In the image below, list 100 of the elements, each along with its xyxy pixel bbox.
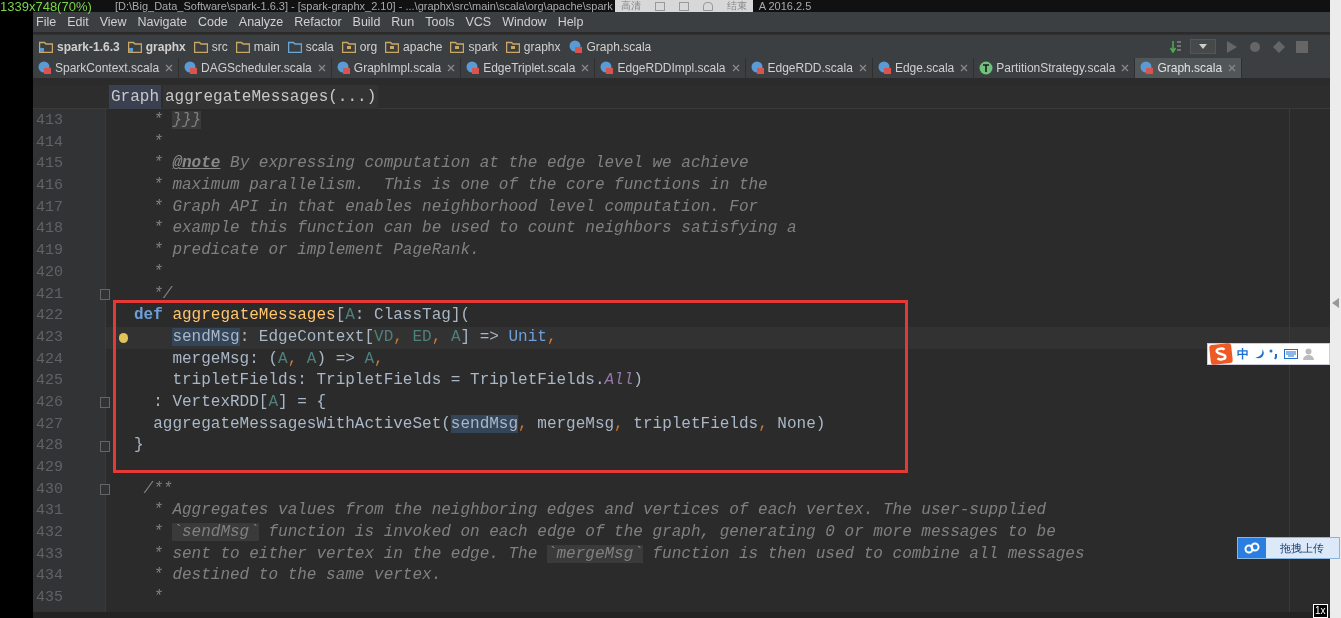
code-token: , (287, 349, 298, 368)
nav-crumb[interactable]: graphx (505, 37, 561, 56)
scala-class-icon (877, 61, 892, 75)
close-icon[interactable] (581, 64, 590, 72)
breadcrumb-method[interactable]: aggregateMessages(...) (163, 84, 379, 109)
folder-icon (193, 40, 208, 53)
nav-crumb[interactable]: main (235, 37, 280, 56)
menu-item[interactable]: Code (197, 12, 228, 32)
nav-crumb[interactable]: graphx (127, 37, 186, 56)
package-folder-icon (385, 40, 400, 53)
run-icon[interactable] (1226, 39, 1238, 54)
collapse-arrow-icon[interactable] (1332, 298, 1339, 308)
code-token: ED (411, 327, 432, 346)
code-comment: `sendMsg` (172, 523, 259, 542)
menu-item[interactable]: Refactor (294, 12, 342, 32)
menu-item[interactable]: Navigate (137, 12, 187, 32)
menu-item[interactable]: Window (502, 12, 547, 32)
sort-icon[interactable] (1170, 39, 1182, 54)
code-token: ] = { (278, 392, 327, 411)
package-folder-icon (341, 40, 356, 53)
code-comment: * (152, 588, 163, 607)
nav-crumb[interactable]: spark-1.6.3 (39, 37, 120, 56)
code-comment: * maximum parallelism. This is one of the core functions in the (152, 176, 768, 195)
close-icon[interactable] (447, 64, 456, 72)
nav-crumb[interactable]: scala (287, 37, 334, 56)
package-folder-icon (505, 40, 520, 53)
menu-item[interactable]: VCS (465, 12, 492, 32)
close-icon[interactable] (960, 64, 969, 72)
coverage-icon[interactable] (1272, 39, 1286, 54)
code-token: , (614, 414, 624, 433)
code-token: : VertexRDD[ (152, 392, 269, 411)
code-token: def (134, 306, 163, 325)
run-config-dropdown[interactable] (1190, 39, 1216, 54)
menu-item[interactable]: Analyze (238, 12, 284, 32)
code-comment: * Graph API in that enables neighborhood level computation. For (152, 197, 759, 216)
code-token: All (604, 371, 634, 390)
punctuation-icon[interactable] (1269, 348, 1279, 360)
code-token: , (758, 414, 768, 433)
close-icon[interactable] (317, 64, 326, 72)
debug-icon[interactable] (1248, 39, 1262, 54)
code-comment: function is invoked on each edge of the graph, generating 0 or more messages to be (267, 523, 1056, 542)
menu-item[interactable]: View (99, 12, 127, 32)
code-comment: @note (172, 154, 221, 173)
code-comment: By expressing computation at the edge level we achieve (229, 154, 749, 173)
code-comment: * Aggregates values from the neighboring edges and vertices of each vertex. The user-supplied (152, 501, 1047, 520)
nav-crumb[interactable]: org (341, 37, 378, 56)
editor-tab[interactable]: Graph.scala (1135, 58, 1243, 78)
upload-button[interactable]: 拖拽上传 (1237, 537, 1340, 559)
code-token: A (449, 327, 461, 346)
window-title: [D:\Big_Data_Software\spark-1.6.3] - [spark-graphx_2.10] - ...\graphx\src\main\scala\org\apache\spark (115, 0, 613, 12)
code-comment: /** (142, 479, 173, 498)
nav-crumb[interactable]: spark (450, 37, 498, 56)
user-icon[interactable] (1303, 348, 1314, 360)
menu-item[interactable]: Edit (67, 12, 89, 32)
scala-class-icon (750, 61, 765, 75)
moon-icon[interactable] (1254, 348, 1264, 360)
fold-marker-icon[interactable] (100, 397, 110, 409)
folder-icon (287, 40, 302, 53)
close-icon[interactable] (165, 64, 174, 72)
breadcrumb-class[interactable]: Graph (109, 84, 161, 109)
stop-icon[interactable] (1296, 40, 1308, 53)
menu-item[interactable]: File (36, 12, 57, 32)
code-token: VD (374, 327, 394, 346)
nav-crumb[interactable]: src (193, 37, 228, 56)
frame-icon (654, 1, 665, 11)
code-token: : ClassTag]( (354, 306, 471, 325)
close-icon[interactable] (731, 64, 740, 72)
close-icon[interactable] (858, 64, 867, 72)
code-token: A (278, 349, 288, 368)
code-token: ] => (460, 327, 500, 346)
code-token: mergeMsg: ( (171, 349, 279, 368)
input-mode-label[interactable]: 中 (1237, 345, 1249, 363)
code-token: , (374, 349, 384, 368)
window-icon (678, 1, 689, 11)
code-comment: * (152, 154, 164, 173)
keyboard-icon[interactable] (1284, 349, 1298, 359)
fold-marker-icon[interactable] (100, 484, 110, 496)
recorder-label: 高清 (620, 0, 641, 12)
close-icon[interactable] (1121, 64, 1130, 72)
code-token: tripletFields: TripletFields = TripletFields. (171, 371, 605, 390)
folder-icon (235, 40, 250, 53)
caret-icon (1199, 44, 1207, 49)
fold-marker-icon[interactable] (100, 440, 110, 452)
fold-marker-icon[interactable] (100, 288, 110, 300)
code-comment: * (152, 523, 164, 542)
scala-class-icon (1140, 61, 1155, 75)
menu-item[interactable]: Help (557, 12, 584, 32)
menu-item[interactable]: Run (391, 12, 415, 32)
code-token: } (134, 436, 144, 455)
menu-item[interactable]: Build (352, 12, 381, 32)
capture-size-label: 1339x748(70%) (0, 0, 92, 14)
code-token: , (546, 327, 557, 346)
code-token: aggregateMessagesWithActiveSet( (152, 414, 451, 433)
code-comment: * sent to either vertex in the edge. The (152, 544, 539, 563)
code-token: None) (776, 414, 826, 433)
menu-item[interactable]: Tools (425, 12, 455, 32)
code-token: ) => (316, 349, 356, 368)
nav-crumb[interactable]: apache (385, 37, 443, 56)
close-icon[interactable] (1228, 64, 1237, 72)
nav-crumb[interactable]: Graph.scala (568, 37, 652, 56)
